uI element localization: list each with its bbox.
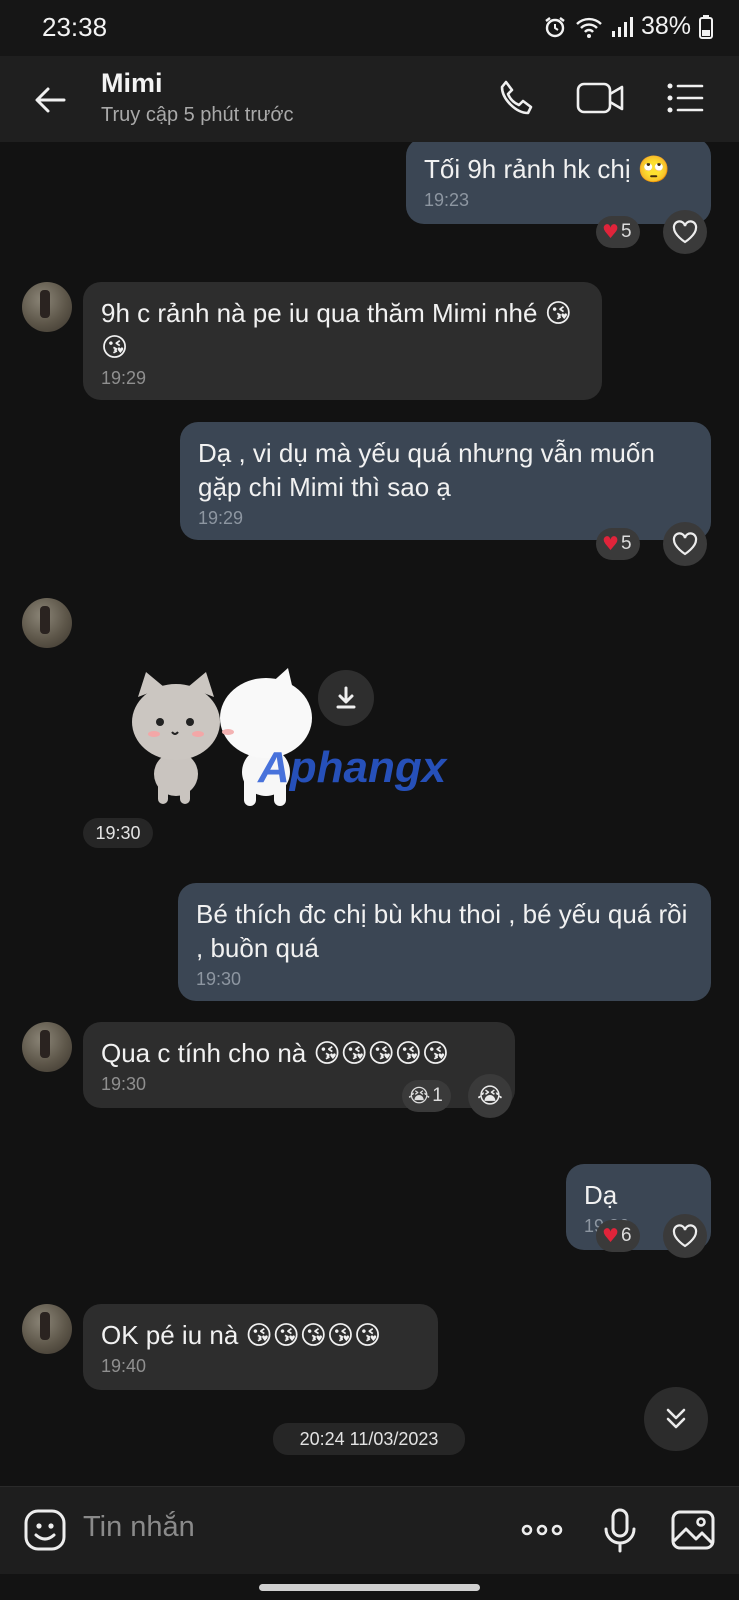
image-icon (671, 1510, 715, 1550)
home-handle[interactable] (259, 1584, 480, 1591)
crying-face-icon: 😭 (477, 1083, 503, 1109)
react-button[interactable]: 😭 (468, 1074, 512, 1118)
smiley-icon (24, 1509, 66, 1551)
reaction-count[interactable]: ♥ 5 (596, 528, 640, 560)
voice-button[interactable] (595, 1505, 645, 1555)
heart-outline-icon (672, 220, 698, 244)
microphone-icon (604, 1508, 636, 1553)
system-nav-bar (0, 1574, 739, 1600)
reaction-count[interactable]: 😭 1 (402, 1080, 451, 1112)
heart-outline-icon (672, 532, 698, 556)
message-bubble-outgoing[interactable]: Tối 9h rảnh hk chị 🙄 19:23 (406, 142, 711, 224)
message-bubble-incoming[interactable]: OK pé iu nà 😘😘😘😘😘 19:40 (83, 1304, 438, 1390)
heart-icon: ♥ (602, 533, 620, 555)
message-time: 19:29 (198, 508, 244, 528)
heart-icon: ♥ (602, 1225, 620, 1247)
message-time: 19:29 (101, 368, 147, 388)
message-text: Dạ (584, 1180, 618, 1210)
ellipsis-icon (521, 1524, 563, 1536)
message-text: Dạ , vi dụ mà yếu quá nhưng vẫn muốn gặp… (198, 438, 655, 502)
react-button[interactable] (663, 210, 707, 254)
phone-icon (500, 80, 533, 115)
message-text: OK pé iu nà 😘😘😘😘😘 (101, 1320, 382, 1350)
contact-name[interactable]: Mimi (101, 68, 163, 99)
double-chevron-down-icon (666, 1408, 686, 1429)
reaction-count[interactable]: ♥ 5 (596, 216, 640, 248)
avatar[interactable] (22, 1304, 72, 1354)
reaction-count[interactable]: ♥ 6 (596, 1220, 640, 1252)
download-button[interactable] (318, 670, 374, 726)
heart-outline-icon (672, 1224, 698, 1248)
message-list[interactable]: Tối 9h rảnh hk chị 🙄 19:23 ♥ 5 9h c rảnh… (0, 142, 739, 1486)
sticker-image[interactable]: Aphangx (128, 662, 488, 812)
sticker-button[interactable] (20, 1505, 70, 1555)
avatar[interactable] (22, 282, 72, 332)
message-time: 19:23 (424, 190, 470, 210)
message-time: 19:30 (196, 969, 242, 989)
avatar[interactable] (22, 598, 72, 648)
call-button[interactable] (492, 74, 540, 122)
video-icon (576, 82, 624, 114)
video-call-button[interactable] (574, 74, 624, 122)
heart-icon: ♥ (602, 221, 620, 243)
sticker-watermark: Aphangx (257, 743, 448, 792)
status-time: 23:38 (42, 12, 108, 42)
message-input[interactable]: Tin nhắn (83, 1511, 195, 1544)
message-time: 19:40 (101, 1356, 147, 1376)
message-composer: Tin nhắn (0, 1486, 739, 1574)
battery-icon (699, 14, 713, 39)
react-button[interactable] (663, 522, 707, 566)
more-button[interactable] (517, 1505, 567, 1555)
message-text: 9h c rảnh nà pe iu qua thăm Mimi nhé 😘😘 (101, 298, 572, 362)
scroll-to-bottom-button[interactable] (644, 1387, 708, 1451)
crying-face-icon: 😭 (408, 1085, 431, 1107)
wifi-icon (575, 15, 603, 39)
menu-button[interactable] (660, 74, 708, 122)
message-text: Qua c tính cho nà 😘😘😘😘😘 (101, 1038, 449, 1068)
alarm-icon (543, 15, 567, 39)
signal-icon (611, 16, 633, 38)
gallery-button[interactable] (668, 1505, 718, 1555)
date-separator: 20:24 11/03/2023 (273, 1423, 465, 1455)
list-icon (667, 83, 704, 113)
last-seen: Truy cập 5 phút trước (101, 104, 294, 126)
chat-header: Mimi Truy cập 5 phút trước (0, 56, 739, 142)
sticker-time: 19:30 (83, 818, 153, 848)
download-icon (336, 686, 356, 709)
message-text: Bé thích đc chị bù khu thoi , bé yếu quá… (196, 899, 688, 963)
avatar[interactable] (22, 1022, 72, 1072)
battery-percent: 38% (640, 12, 691, 40)
message-text: Tối 9h rảnh hk chị 🙄 (424, 154, 671, 184)
message-bubble-outgoing[interactable]: Bé thích đc chị bù khu thoi , bé yếu quá… (178, 883, 711, 1001)
message-bubble-incoming[interactable]: 9h c rảnh nà pe iu qua thăm Mimi nhé 😘😘 … (83, 282, 602, 400)
message-bubble-outgoing[interactable]: Dạ , vi dụ mà yếu quá nhưng vẫn muốn gặp… (180, 422, 711, 540)
arrow-left-icon (35, 87, 66, 113)
status-bar: 23:38 38% (0, 0, 739, 56)
back-button[interactable] (30, 80, 70, 120)
react-button[interactable] (663, 1214, 707, 1258)
